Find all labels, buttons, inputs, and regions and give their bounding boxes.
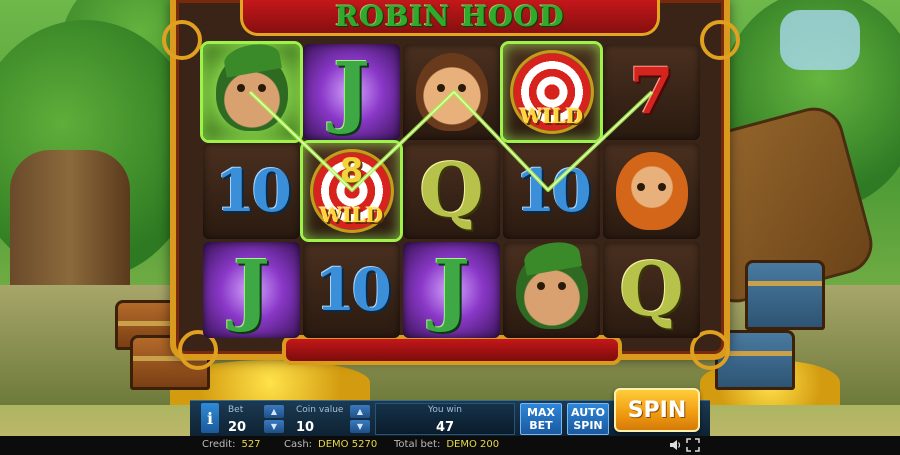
max-bet-button[interactable]: MAX BET (520, 403, 562, 435)
coin-value-stepper[interactable]: ▲ ▼ (350, 405, 370, 433)
game-title: ROBIN HOOD (335, 0, 565, 33)
symbol-friar-icon (415, 53, 488, 131)
speaker-icon[interactable] (668, 438, 682, 452)
fullscreen-icon[interactable] (686, 438, 700, 452)
coin-value-field: Coin value 10 (296, 405, 350, 435)
auto-spin-button[interactable]: AUTO SPIN (567, 403, 609, 435)
reel-cell: 10 (303, 242, 400, 338)
coin-value-value: 10 (296, 420, 315, 435)
symbol-robin-hood-icon (215, 44, 288, 131)
you-win-label: You win (428, 405, 462, 415)
cash-status: Cash: DEMO 5270 (284, 439, 377, 450)
reel-cell: WILD (503, 44, 600, 140)
bet-label: Bet (228, 405, 244, 415)
reel-cell (203, 44, 300, 140)
reel-cell (603, 143, 700, 239)
wild-label: WILD (519, 104, 584, 128)
bet-value: 20 (228, 420, 247, 435)
cash-value: DEMO 5270 (318, 439, 378, 450)
coin-value-increase-button[interactable]: ▲ (350, 405, 370, 418)
bet-stepper[interactable]: ▲ ▼ (264, 405, 284, 433)
info-button[interactable]: i (201, 403, 219, 433)
cash-label: Cash: (284, 439, 313, 450)
reel-cell: J (203, 242, 300, 338)
bet-decrease-button[interactable]: ▼ (264, 420, 284, 433)
reel-cell: Q (603, 242, 700, 338)
symbol-q: Q (619, 247, 684, 333)
you-win-value: 47 (435, 420, 455, 435)
total-bet-status: Total bet: DEMO 200 (394, 439, 499, 450)
symbol-10: 10 (315, 256, 392, 324)
reel-cell: 10 (503, 143, 600, 239)
reel-cell: J (303, 44, 400, 140)
credit-status: Credit: 527 (202, 439, 261, 450)
you-win-display: You win 47 (375, 403, 515, 435)
total-bet-value: DEMO 200 (446, 439, 500, 450)
symbol-j: J (333, 46, 370, 137)
game-stage: ROBIN HOOD J WILD 7 10 8 WILD Q 10 J 10 J Q i Bet 2… (0, 0, 900, 455)
reels-grid: J WILD 7 10 8 WILD Q 10 J 10 J Q (203, 44, 700, 339)
symbol-j: J (433, 244, 470, 335)
coin-value-label: Coin value (296, 405, 344, 415)
wild-label: WILD (319, 203, 384, 227)
frame-ornament (162, 20, 202, 60)
treasure-chest (745, 260, 825, 330)
reel-cell: 7 (603, 44, 700, 140)
symbol-10: 10 (515, 157, 592, 225)
bet-increase-button[interactable]: ▲ (264, 405, 284, 418)
hat-icon (221, 44, 282, 78)
reel-cell: 10 (203, 143, 300, 239)
status-bar: Credit: 527 Cash: DEMO 5270 Total bet: DEMO… (0, 436, 900, 455)
total-bet-label: Total bet: (394, 439, 441, 450)
reel-cell (403, 44, 500, 140)
symbol-robin-hood-icon (515, 242, 588, 329)
frame-bottom-plaque (282, 335, 622, 365)
credit-value: 527 (241, 439, 261, 450)
reel-cell: J (403, 242, 500, 338)
bet-field: Bet 20 (228, 405, 264, 435)
title-banner: ROBIN HOOD (240, 0, 660, 36)
symbol-10: 10 (215, 157, 292, 225)
hat-icon (521, 242, 582, 276)
spin-button[interactable]: SPIN (614, 388, 700, 432)
wild-multiplier: 8 (339, 151, 364, 191)
symbol-dwarf-icon (615, 152, 688, 230)
reel-cell (503, 242, 600, 338)
symbol-j: J (233, 244, 270, 335)
symbol-7: 7 (629, 54, 674, 129)
coin-value-decrease-button[interactable]: ▼ (350, 420, 370, 433)
sky-patch (780, 10, 860, 70)
frame-ornament (700, 20, 740, 60)
symbol-q: Q (419, 148, 484, 234)
credit-label: Credit: (202, 439, 236, 450)
reel-cell: Q (403, 143, 500, 239)
reel-cell: 8 WILD (303, 143, 400, 239)
